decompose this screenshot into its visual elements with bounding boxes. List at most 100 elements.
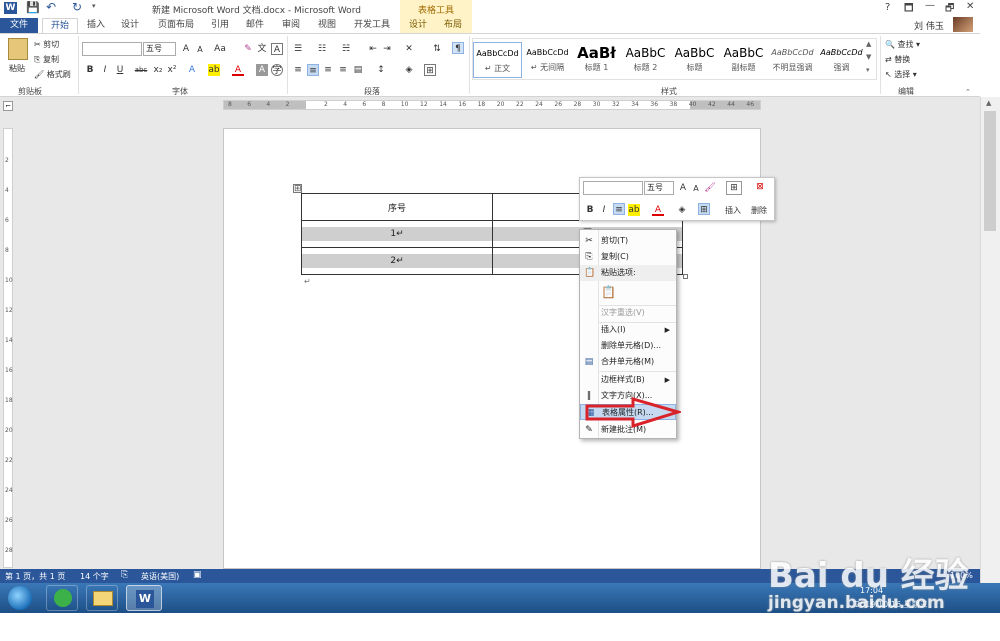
minimize-button[interactable]: — [925, 0, 935, 11]
vertical-scrollbar[interactable]: ▲ [980, 97, 1000, 583]
asian-layout-icon[interactable]: ✕ [403, 43, 415, 55]
tab-mailings[interactable]: 邮件 [238, 18, 272, 33]
mini-shading-icon[interactable]: ◈ [676, 204, 688, 216]
phonetic-guide-icon[interactable]: 文 [256, 43, 268, 55]
tab-selector-icon[interactable]: ⌐ [3, 101, 13, 111]
undo-icon[interactable]: ↶ [46, 0, 56, 14]
shading-icon[interactable]: ◈ [403, 64, 415, 76]
mini-insert-table-icon[interactable]: ⊞ [726, 181, 742, 195]
ribbon-display-button[interactable]: 🗖 [904, 1, 914, 18]
format-painter-button[interactable]: 🖌 格式刷 [34, 69, 71, 80]
subscript-button[interactable]: x₂ [152, 64, 164, 76]
macro-record-icon[interactable]: ▣ [193, 570, 202, 580]
scroll-up-icon[interactable]: ▲ [986, 99, 991, 107]
tab-page-layout[interactable]: 页面布局 [150, 18, 202, 33]
mini-bold-button[interactable]: B [584, 204, 596, 216]
menu-item-cut[interactable]: ✂ 剪切(T) [580, 233, 676, 249]
menu-item-delete-cells[interactable]: 删除单元格(D)... [580, 338, 676, 354]
mini-italic-button[interactable]: I [598, 204, 610, 216]
page-count[interactable]: 第 1 页，共 1 页 [5, 571, 65, 582]
italic-button[interactable]: I [99, 64, 111, 76]
multilevel-list-icon[interactable]: ☵ [340, 43, 352, 55]
mini-borders-icon[interactable]: ⊞ [698, 203, 710, 215]
superscript-button[interactable]: x² [166, 64, 178, 76]
proofing-icon[interactable]: ⎘ [121, 570, 128, 580]
qat-customize-icon[interactable]: ▾ [92, 2, 96, 10]
paste-keep-text-icon[interactable]: 📋 [600, 283, 616, 300]
paste-label[interactable]: 粘贴 [9, 63, 25, 74]
mini-font-color-icon[interactable]: A [652, 204, 664, 216]
underline-button[interactable]: U [114, 64, 126, 76]
tab-developer[interactable]: 开发工具 [346, 18, 398, 33]
char-border-icon[interactable]: A [271, 43, 283, 55]
menu-item-border-styles[interactable]: 边框样式(B) ▶ [580, 372, 676, 388]
table-cell[interactable]: 2↵ [301, 247, 493, 275]
mini-font-size-combo[interactable]: 五号 [644, 181, 674, 195]
change-case-button[interactable]: Aa [211, 43, 229, 55]
styles-scroll-up-icon[interactable]: ▲ [866, 40, 871, 48]
tab-table-design[interactable]: 设计 [402, 18, 434, 33]
vertical-ruler[interactable]: 2 4 6 8 10 12 14 16 18 20 22 24 26 28 [3, 128, 13, 568]
show-marks-icon[interactable]: ¶ [452, 42, 464, 54]
mini-painter-icon[interactable]: 🖌 [704, 182, 716, 194]
char-shading-icon[interactable]: A [256, 64, 268, 76]
help-button[interactable]: ? [885, 2, 890, 13]
taskbar-explorer[interactable] [86, 585, 118, 611]
avatar[interactable] [953, 17, 973, 32]
align-right-icon[interactable]: ≡ [322, 64, 334, 76]
font-size-combo[interactable]: 五号 [143, 42, 176, 56]
table-cell[interactable]: 1↵ [301, 220, 493, 248]
styles-scroll-down-icon[interactable]: ▼ [866, 53, 871, 61]
bullets-icon[interactable]: ☰ [292, 43, 304, 55]
style-no-spacing[interactable]: AaBbCcDd ↵ 无间隔 [523, 42, 572, 78]
bold-button[interactable]: B [84, 64, 96, 76]
menu-item-insert[interactable]: 插入(I) ▶ [580, 322, 676, 338]
distributed-icon[interactable]: ▤ [352, 64, 364, 76]
redo-icon[interactable]: ↻ [72, 0, 82, 14]
table-resize-handle[interactable] [683, 274, 688, 279]
strikethrough-button[interactable]: abc [133, 64, 149, 76]
tab-insert[interactable]: 插入 [80, 18, 112, 33]
save-icon[interactable]: 💾 [26, 1, 40, 14]
mini-shrink-font-icon[interactable]: A [690, 183, 702, 195]
tab-file[interactable]: 文件 [0, 18, 38, 33]
mini-font-name-combo[interactable] [583, 181, 643, 195]
restore-button[interactable]: 🗗 [945, 1, 954, 18]
style-title[interactable]: AaBbC 标题 [670, 42, 719, 78]
numbering-icon[interactable]: ☷ [316, 43, 328, 55]
style-normal[interactable]: AaBbCcDd ↵ 正文 [473, 42, 522, 78]
taskbar-ie[interactable] [46, 585, 78, 611]
paste-icon[interactable] [8, 38, 28, 60]
tab-references[interactable]: 引用 [204, 18, 236, 33]
align-center-icon[interactable]: ≡ [307, 64, 319, 76]
style-emphasis[interactable]: AaBbCcDd 强调 [817, 42, 866, 78]
style-subtle-emphasis[interactable]: AaBbCcDd 不明显强调 [768, 42, 817, 78]
increase-indent-icon[interactable]: ⇥ [381, 43, 393, 55]
justify-icon[interactable]: ≡ [337, 64, 349, 76]
font-name-combo[interactable] [82, 42, 142, 56]
menu-item-copy[interactable]: ⎘ 复制(C) [580, 249, 676, 265]
text-effects-icon[interactable]: A [186, 64, 198, 76]
select-button[interactable]: ↖ 选择 ▾ [885, 69, 917, 80]
style-heading-1[interactable]: AaBł 标题 1 [572, 42, 621, 78]
replace-button[interactable]: ⇄ 替换 [885, 54, 910, 65]
borders-icon[interactable]: ⊞ [424, 64, 436, 76]
user-name[interactable]: 刘 伟玉 [914, 19, 944, 32]
sort-icon[interactable]: ⇅ [431, 43, 443, 55]
table-header-cell[interactable]: 序号 [301, 193, 493, 221]
table-move-handle-icon[interactable]: ⊞ [293, 184, 302, 194]
font-color-icon[interactable]: A [232, 64, 244, 76]
tab-design[interactable]: 设计 [114, 18, 146, 33]
mini-grow-font-icon[interactable]: A [677, 182, 689, 194]
close-button[interactable]: ✕ [966, 1, 974, 12]
horizontal-ruler[interactable]: 8 6 4 2 2 4 6 8 10 12 14 16 18 20 22 24 26 28 30 32 34 36 38 40… [223, 100, 761, 110]
tab-view[interactable]: 视图 [310, 18, 344, 33]
style-subtitle[interactable]: AaBbC 副标题 [719, 42, 768, 78]
mini-delete-table-icon[interactable]: ⊠ [752, 181, 768, 195]
styles-more-icon[interactable]: ▾ [866, 66, 870, 74]
scroll-thumb[interactable] [984, 111, 996, 231]
line-spacing-icon[interactable]: ↕ [375, 64, 387, 76]
decrease-indent-icon[interactable]: ⇤ [367, 43, 379, 55]
clear-format-icon[interactable]: ✎ [242, 43, 254, 55]
language-indicator[interactable]: 英语(美国) [141, 571, 179, 582]
